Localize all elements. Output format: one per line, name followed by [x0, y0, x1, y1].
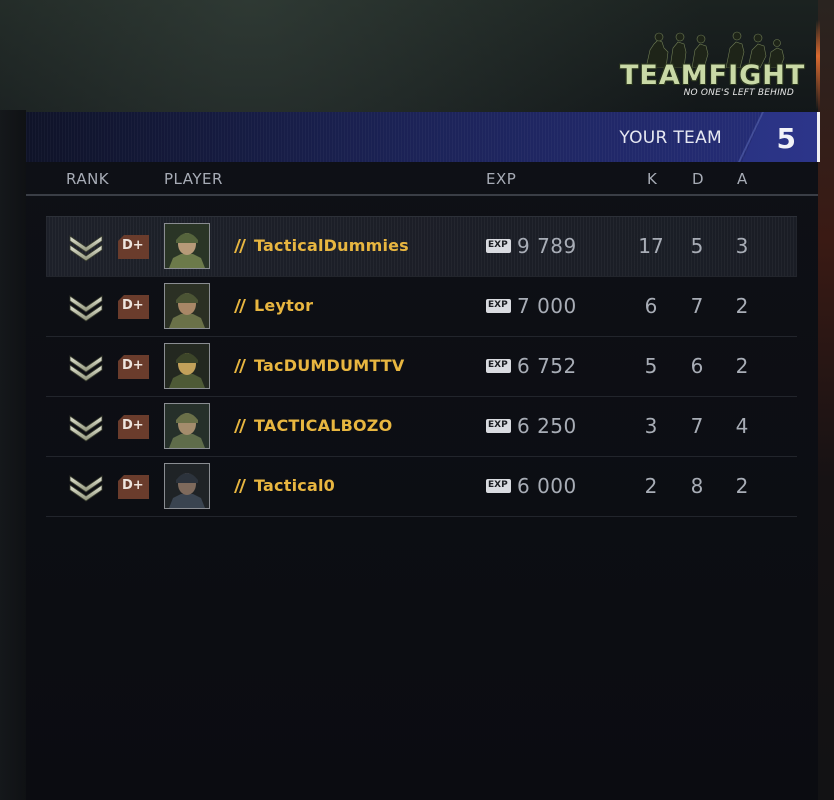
rank-badge: D+ [118, 415, 149, 439]
sergeant-chevron-icon [69, 295, 103, 322]
gold-stripes-icon [234, 299, 246, 313]
sergeant-chevron-icon [69, 235, 103, 262]
soldier-portrait-icon [165, 224, 209, 268]
left-edge [0, 110, 26, 800]
rank-badge: D+ [118, 355, 149, 379]
exp-badge-label: EXP [488, 420, 508, 430]
header-deaths[interactable]: D [692, 170, 704, 188]
player-list: D+ TacticalDummies EXP 9 789 17 5 3 D+ L… [46, 216, 797, 517]
player-name[interactable]: Tactical0 [254, 476, 335, 495]
player-row[interactable]: D+ Leytor EXP 7 000 6 7 2 [46, 276, 797, 336]
rank-badge-label: D+ [122, 418, 144, 433]
player-name[interactable]: TacticalDummies [254, 236, 409, 255]
player-row[interactable]: D+ TacDUMDUMTTV EXP 6 752 5 6 2 [46, 336, 797, 396]
gold-stripes-icon [234, 239, 246, 253]
gold-stripes-icon [234, 479, 246, 493]
team-banner: YOUR TEAM 5 [26, 112, 818, 162]
column-headers: RANK PLAYER EXP K D A [26, 162, 818, 196]
exp-badge-label: EXP [488, 360, 508, 370]
header-player[interactable]: PLAYER [164, 170, 223, 188]
gold-stripes-icon [234, 419, 246, 433]
player-exp: 6 000 [517, 474, 577, 498]
soldier-portrait-icon [165, 464, 209, 508]
player-assists: 2 [735, 294, 749, 318]
exp-icon: EXP [486, 479, 511, 493]
player-name[interactable]: Leytor [254, 296, 313, 315]
player-exp: 9 789 [517, 234, 577, 258]
soldier-portrait-icon [165, 344, 209, 388]
exp-icon: EXP [486, 359, 511, 373]
rank-badge-label: D+ [122, 238, 144, 253]
exp-icon: EXP [486, 419, 511, 433]
scoreboard-screen: TEAMFIGHT NO ONE'S LEFT BEHIND YOUR TEAM… [0, 0, 834, 800]
team-number: 5 [776, 122, 796, 155]
header-assists[interactable]: A [737, 170, 748, 188]
exp-icon: EXP [486, 299, 511, 313]
player-kills: 3 [644, 414, 658, 438]
player-deaths: 8 [690, 474, 704, 498]
player-assists: 3 [735, 234, 749, 258]
rank-badge: D+ [118, 295, 149, 319]
player-avatar[interactable] [164, 223, 210, 269]
gold-stripes-icon [234, 359, 246, 373]
player-avatar[interactable] [164, 463, 210, 509]
banner-accent [817, 112, 820, 162]
logo-title: TEAMFIGHT [620, 60, 806, 91]
player-exp: 7 000 [517, 294, 577, 318]
rank-badge-label: D+ [122, 298, 144, 313]
right-edge [818, 0, 834, 800]
player-row[interactable]: D+ TacticalDummies EXP 9 789 17 5 3 [46, 216, 797, 276]
rank-badge-label: D+ [122, 358, 144, 373]
player-row[interactable]: D+ Tactical0 EXP 6 000 2 8 2 [46, 456, 797, 517]
exp-badge-label: EXP [488, 240, 508, 250]
exp-badge-label: EXP [488, 300, 508, 310]
player-row[interactable]: D+ TACTICALBOZO EXP 6 250 3 7 4 [46, 396, 797, 456]
rank-badge: D+ [118, 235, 149, 259]
logo-tagline: NO ONE'S LEFT BEHIND [683, 88, 794, 98]
player-kills: 6 [644, 294, 658, 318]
player-assists: 2 [735, 474, 749, 498]
rank-badge: D+ [118, 475, 149, 499]
player-name[interactable]: TacDUMDUMTTV [254, 356, 405, 375]
sergeant-chevron-icon [69, 475, 103, 502]
soldier-portrait-icon [165, 404, 209, 448]
header-exp[interactable]: EXP [486, 170, 516, 188]
player-kills: 5 [644, 354, 658, 378]
rank-badge-label: D+ [122, 478, 144, 493]
player-kills: 17 [638, 234, 664, 258]
player-avatar[interactable] [164, 283, 210, 329]
player-kills: 2 [644, 474, 658, 498]
exp-badge-label: EXP [488, 480, 508, 490]
sergeant-chevron-icon [69, 415, 103, 442]
teamfight-logo: TEAMFIGHT NO ONE'S LEFT BEHIND [620, 30, 806, 102]
player-assists: 2 [735, 354, 749, 378]
player-deaths: 7 [690, 294, 704, 318]
player-avatar[interactable] [164, 343, 210, 389]
team-label: YOUR TEAM [619, 128, 722, 148]
exp-icon: EXP [486, 239, 511, 253]
header-kills[interactable]: K [647, 170, 657, 188]
player-exp: 6 752 [517, 354, 577, 378]
player-avatar[interactable] [164, 403, 210, 449]
player-name[interactable]: TACTICALBOZO [254, 416, 392, 435]
player-deaths: 6 [690, 354, 704, 378]
right-glow [816, 20, 820, 110]
soldier-portrait-icon [165, 284, 209, 328]
sergeant-chevron-icon [69, 355, 103, 382]
player-deaths: 7 [690, 414, 704, 438]
player-exp: 6 250 [517, 414, 577, 438]
player-assists: 4 [735, 414, 749, 438]
header-rank[interactable]: RANK [66, 170, 109, 188]
player-deaths: 5 [690, 234, 704, 258]
